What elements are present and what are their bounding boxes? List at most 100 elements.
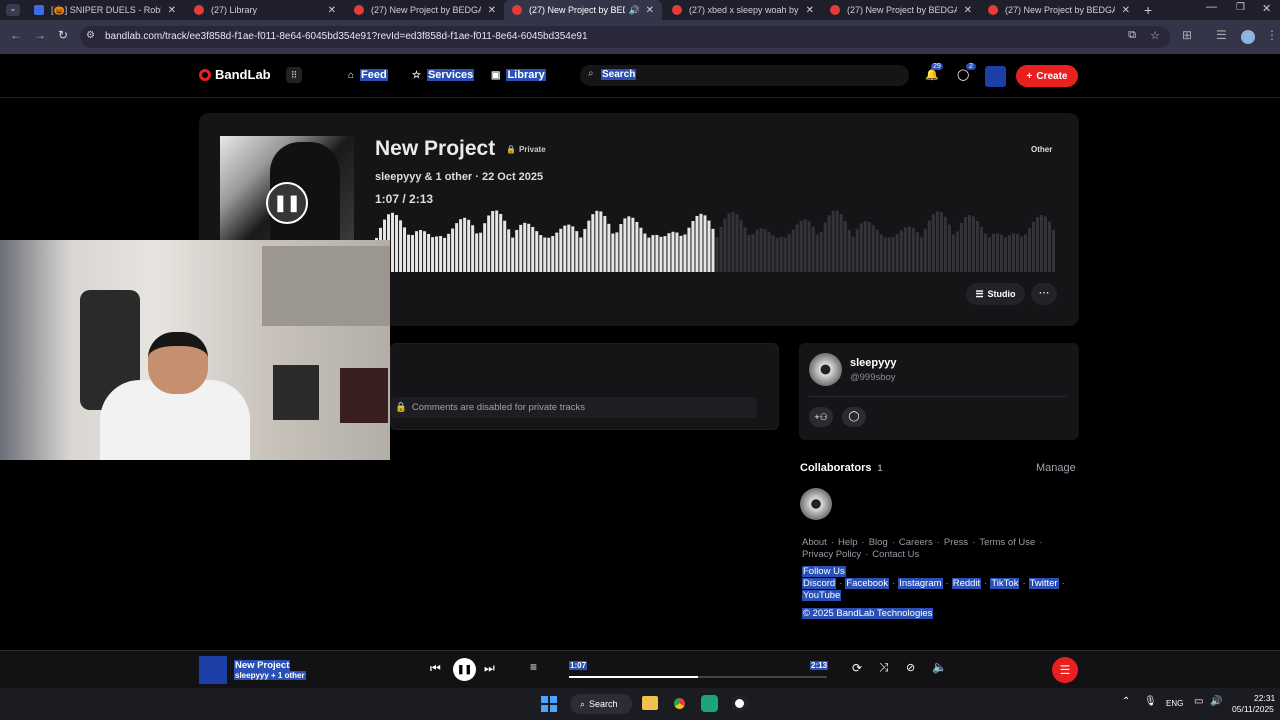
pause-button[interactable]: ❚❚ <box>266 182 308 224</box>
more-options-button[interactable]: ⋯ <box>1031 283 1057 305</box>
footer-link[interactable]: Help <box>838 537 858 548</box>
close-icon[interactable]: ✕ <box>646 5 654 16</box>
track-byline[interactable]: sleepyyy & 1 other · 22 Oct 2025 <box>375 171 543 183</box>
footer-link[interactable]: Contact Us <box>872 549 919 560</box>
footer-link[interactable]: TikTok <box>990 578 1020 589</box>
waveform-bar <box>823 222 827 272</box>
profile-avatar[interactable] <box>1241 30 1255 44</box>
messages-icon[interactable]: ◯ <box>957 68 969 81</box>
search-icon: ⌕ <box>580 698 586 709</box>
create-button[interactable]: + Create <box>1016 65 1078 87</box>
extensions-icon[interactable]: ⊞ <box>1182 28 1192 42</box>
previous-icon[interactable]: ⏮ <box>430 661 441 676</box>
volume-icon[interactable]: 🔈 <box>932 660 947 674</box>
menu-icon[interactable]: ⋮ <box>1266 28 1278 42</box>
tab-5[interactable]: (27) New Project by BEDGANG✕ <box>822 0 980 20</box>
chrome-icon[interactable] <box>671 695 688 712</box>
header-divider <box>0 97 1280 98</box>
footer-link[interactable]: Privacy Policy <box>802 549 861 560</box>
nav-services[interactable]: ☆ Services <box>412 69 475 81</box>
waveform-bar <box>635 221 639 272</box>
follow-button[interactable]: +⚇ <box>809 407 833 427</box>
collaborator-avatar[interactable] <box>800 488 832 520</box>
tab-3[interactable]: (27) New Project by BEDGA🔊✕ <box>504 0 662 20</box>
clock-time[interactable]: 22:31 <box>1254 693 1275 703</box>
close-icon[interactable]: ✕ <box>168 5 176 16</box>
footer-link[interactable]: Careers <box>899 537 933 548</box>
close-icon[interactable]: ✕ <box>806 5 814 16</box>
forward-icon[interactable]: → <box>34 28 46 42</box>
back-icon[interactable]: ← <box>10 28 22 42</box>
profile-name[interactable]: sleepyyy <box>850 357 896 369</box>
mic-icon[interactable]: 🎙 <box>1144 696 1157 707</box>
user-avatar[interactable] <box>985 66 1006 87</box>
search-bar[interactable]: ⌕ Search <box>580 65 909 86</box>
queue-icon[interactable]: ≡ <box>530 660 537 674</box>
footer-link[interactable]: Reddit <box>951 578 982 589</box>
player-pause-button[interactable]: ❚❚ <box>453 658 476 681</box>
player-artist[interactable]: sleepyyy + 1 other <box>234 671 306 680</box>
close-icon[interactable]: ✕ <box>488 5 496 16</box>
volume-icon[interactable]: 🔊 <box>1210 696 1222 707</box>
message-button[interactable]: ◯ <box>842 407 866 427</box>
file-explorer-icon[interactable] <box>642 696 658 710</box>
footer-link[interactable]: About <box>802 537 827 548</box>
footer-link[interactable]: Discord <box>802 578 837 589</box>
close-icon[interactable]: ✕ <box>328 5 336 16</box>
waveform-bar <box>451 228 455 272</box>
bandlab-logo[interactable]: BandLab <box>199 67 271 82</box>
close-icon[interactable]: ✕ <box>964 5 972 16</box>
genre-tag[interactable]: Other <box>1031 145 1052 154</box>
profile-avatar[interactable] <box>809 353 842 386</box>
footer-link[interactable]: Twitter <box>1028 578 1059 589</box>
display-icon[interactable]: ▭ <box>1194 696 1203 707</box>
app-icon[interactable] <box>701 695 718 712</box>
language-indicator[interactable]: ENG <box>1166 699 1183 708</box>
tab-6[interactable]: (27) New Project by BEDGANG✕ <box>980 0 1138 20</box>
taskbar-search[interactable]: ⌕ Search <box>570 694 632 714</box>
reload-icon[interactable]: ↻ <box>58 28 68 42</box>
mute-icon[interactable]: ⊘ <box>906 661 915 674</box>
shuffle-icon[interactable]: ⤨ <box>879 660 889 675</box>
tab-search-icon[interactable]: ⌄ <box>6 4 20 16</box>
clock-date[interactable]: 05/11/2025 <box>1232 704 1274 714</box>
close-window-button[interactable]: ✕ <box>1262 2 1271 15</box>
unreal-icon[interactable] <box>731 695 748 712</box>
footer-link[interactable]: Blog <box>869 537 888 548</box>
tab-1[interactable]: (27) Library ✕ <box>186 0 344 20</box>
repeat-icon[interactable]: ⟳ <box>852 661 862 675</box>
url-text: bandlab.com/track/ee3f858d-f1ae-f011-8e6… <box>105 31 588 42</box>
studio-button[interactable]: ☰ Studio <box>966 283 1025 305</box>
waveform-bar <box>491 211 495 272</box>
footer-link[interactable]: Press <box>944 537 968 548</box>
url-field[interactable]: ⚙ bandlab.com/track/ee3f858d-f1ae-f011-8… <box>80 26 1170 48</box>
close-icon[interactable]: ✕ <box>1122 5 1130 16</box>
media-icon[interactable]: ☰ <box>1216 28 1227 42</box>
footer-link[interactable]: Facebook <box>845 578 890 589</box>
tab-4[interactable]: (27) xbed x sleepy woah by BE✕ <box>664 0 822 20</box>
maximize-button[interactable]: ❐ <box>1236 2 1245 13</box>
footer-link[interactable]: Terms of Use <box>979 537 1035 548</box>
player-title[interactable]: New Project <box>234 660 291 671</box>
manage-link[interactable]: Manage <box>1036 462 1076 474</box>
nav-feed[interactable]: ⌂ Feed <box>348 69 388 81</box>
star-icon[interactable]: ☆ <box>1150 29 1160 42</box>
site-info-icon[interactable]: ⚙ <box>86 30 95 41</box>
apps-grid-icon[interactable]: ⠿ <box>286 67 302 83</box>
footer-link[interactable]: Instagram <box>898 578 943 589</box>
minimize-button[interactable]: — <box>1206 1 1217 13</box>
next-icon[interactable]: ⏭ <box>484 661 495 676</box>
nav-library[interactable]: ▣ Library <box>491 69 546 81</box>
queue-panel-button[interactable]: ☰ <box>1052 657 1078 683</box>
footer-link[interactable]: YouTube <box>802 590 842 601</box>
waveform[interactable] <box>375 210 1056 272</box>
tab-2[interactable]: (27) New Project by BEDGANG✕ <box>346 0 504 20</box>
install-icon[interactable]: ⧉ <box>1128 29 1136 42</box>
start-icon[interactable] <box>541 696 557 712</box>
seek-bar[interactable] <box>569 676 827 678</box>
tab-0[interactable]: [🎃] SNIPER DUELS - Roblox ✕ <box>26 0 184 20</box>
search-input[interactable]: Search <box>601 69 637 80</box>
tray-chevron-icon[interactable]: ⌃ <box>1122 696 1130 707</box>
new-tab-button[interactable]: + <box>1144 2 1152 18</box>
player-artwork[interactable] <box>199 656 227 684</box>
